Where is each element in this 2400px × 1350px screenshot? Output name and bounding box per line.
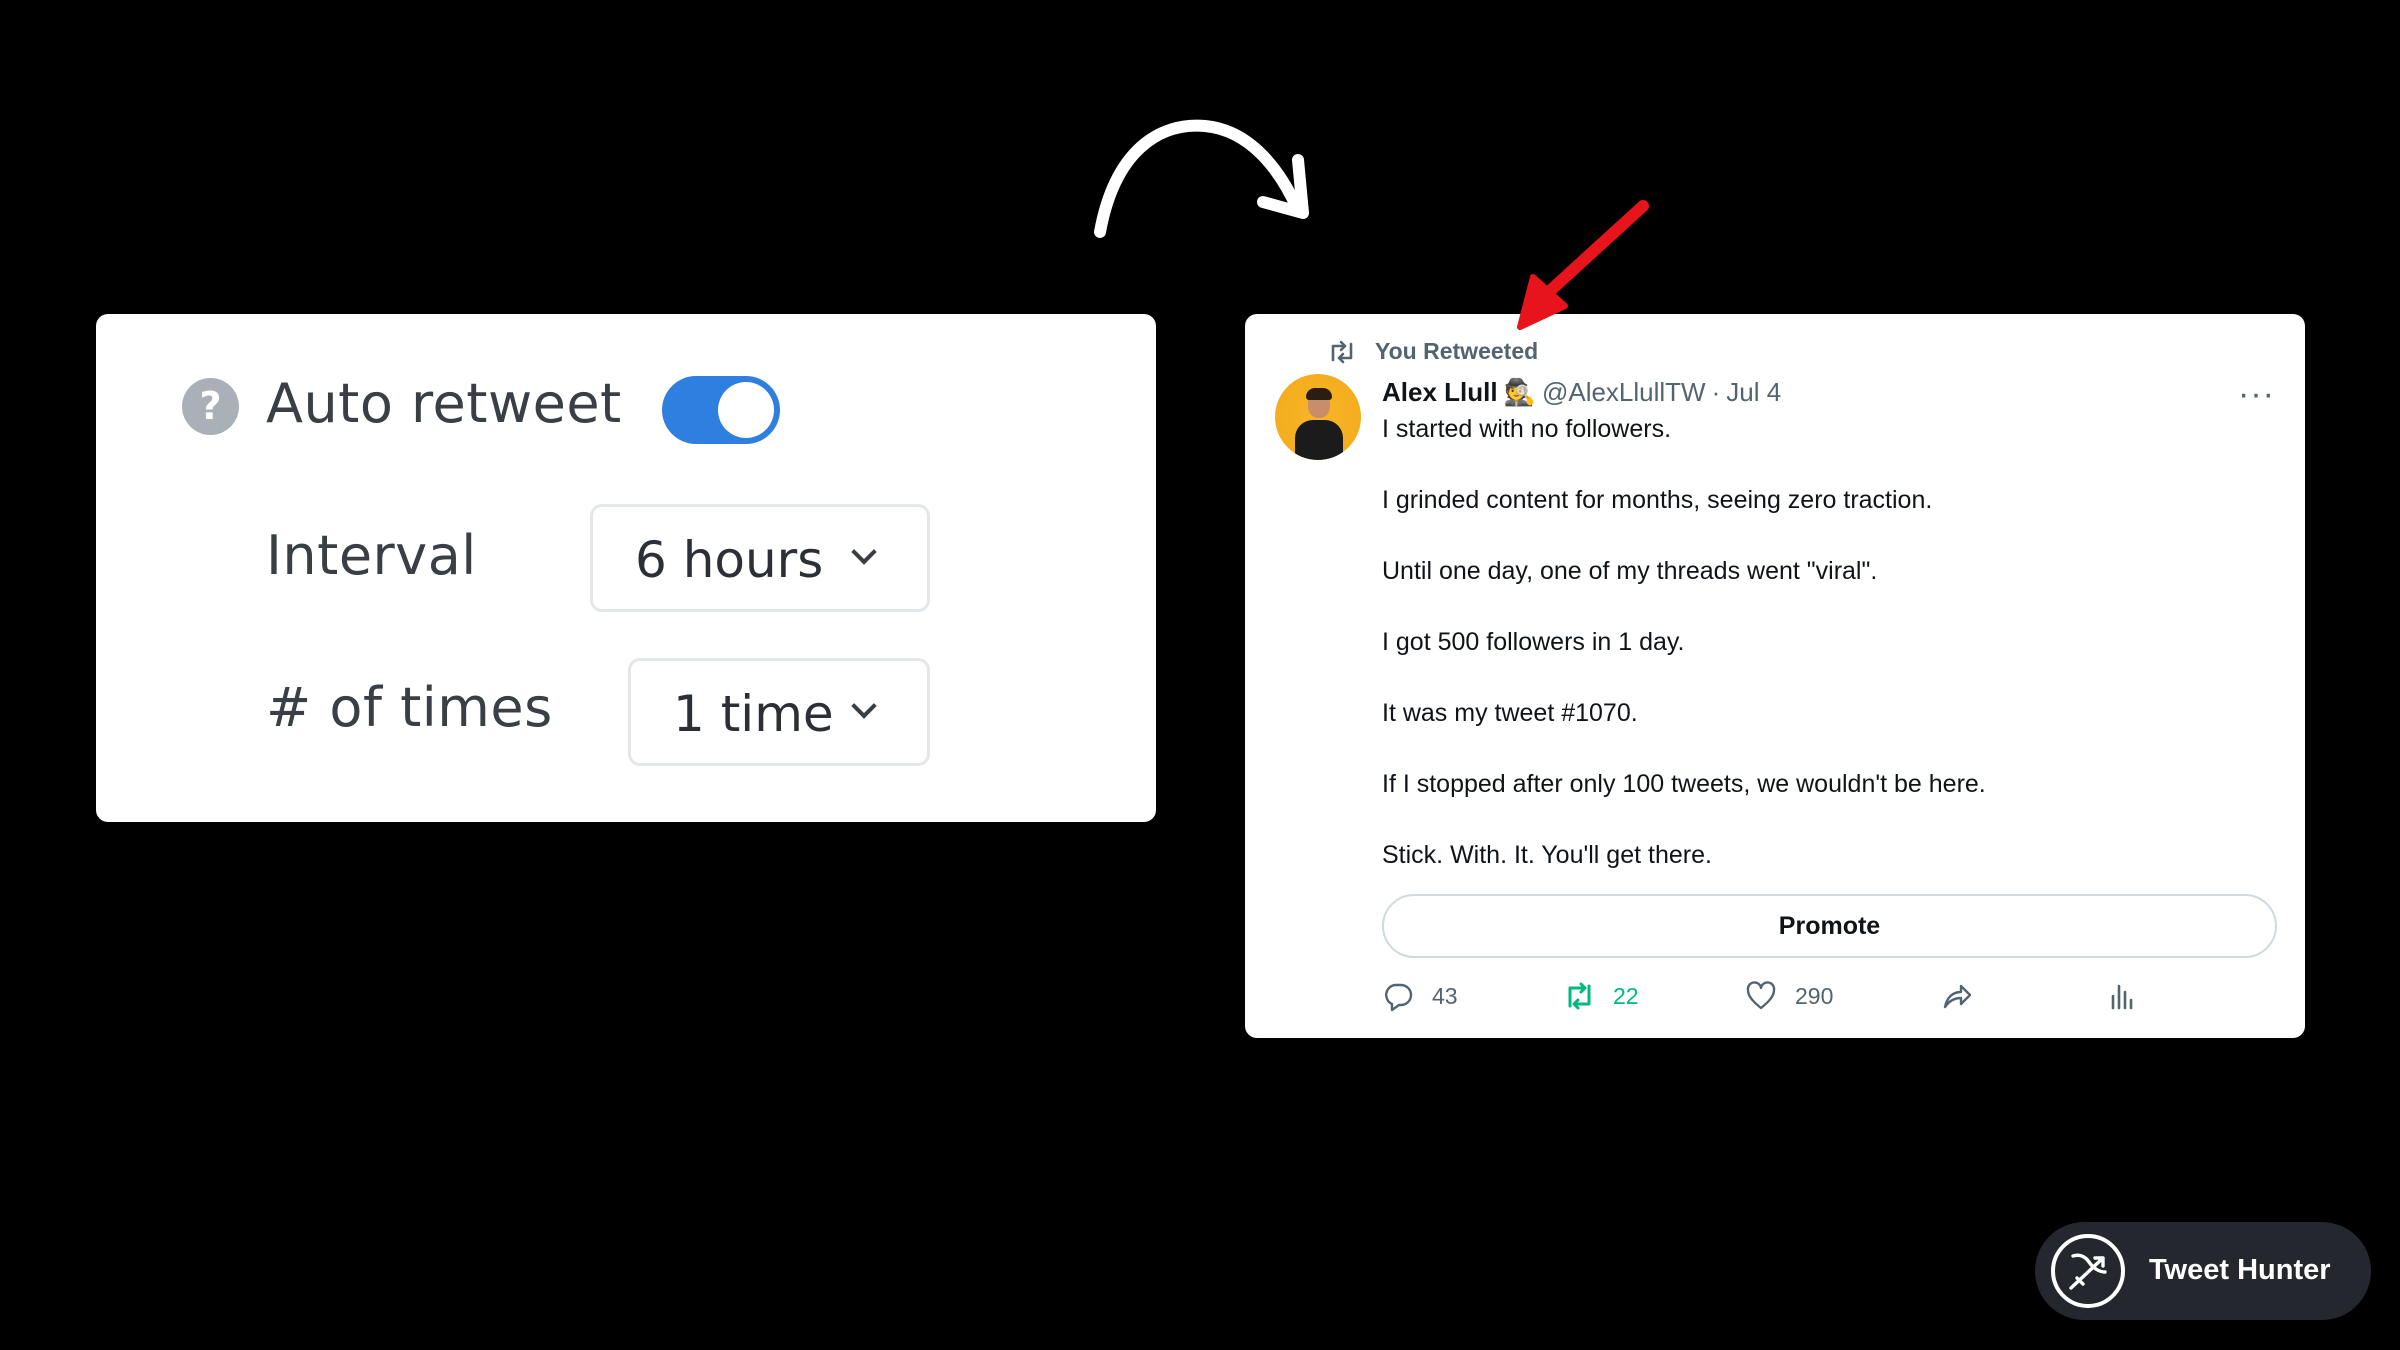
brand-name: Tweet Hunter	[2149, 1254, 2331, 1286]
retweet-button[interactable]: 22	[1563, 980, 1639, 1012]
avatar[interactable]	[1275, 374, 1361, 460]
tweet-date[interactable]: Jul 4	[1726, 377, 1781, 408]
retweet-icon	[1568, 982, 1591, 1010]
like-count: 290	[1795, 982, 1834, 1009]
chevron-down-icon	[851, 539, 877, 565]
heart-icon	[1746, 981, 1776, 1010]
detective-emoji: 🕵️	[1503, 377, 1536, 407]
share-button[interactable]	[1941, 980, 1973, 1012]
promote-button[interactable]: Promote	[1382, 894, 2277, 958]
retweet-icon	[1331, 340, 1353, 363]
retweet-context: You Retweeted	[1327, 338, 1538, 365]
brand-badge[interactable]: Tweet Hunter	[2035, 1222, 2371, 1320]
auto-retweet-label: Auto retweet	[266, 372, 622, 435]
author-handle[interactable]: @AlexLlullTW	[1542, 377, 1706, 408]
analytics-button[interactable]	[2105, 980, 2137, 1012]
red-pointer-arrow-icon	[1517, 200, 1649, 330]
analytics-icon	[2111, 984, 2133, 1010]
interval-label: Interval	[266, 524, 477, 587]
tweet-line: If I stopped after only 100 tweets, we w…	[1382, 770, 1986, 798]
reply-icon	[1385, 983, 1413, 1012]
tweet-line: It was my tweet #1070.	[1382, 699, 1638, 727]
tweet-header: Alex Llull 🕵️ @AlexLlullTW · Jul 4	[1382, 377, 1781, 408]
tweet-text: I started with no followers. I grinded c…	[1382, 414, 2262, 911]
times-select[interactable]: 1 time	[628, 658, 930, 766]
more-options-icon[interactable]: ···	[2238, 377, 2275, 411]
interval-select[interactable]: 6 hours	[590, 504, 930, 612]
share-icon	[1943, 984, 1972, 1009]
reply-count: 43	[1432, 982, 1458, 1009]
toggle-knob	[718, 382, 774, 438]
reply-button[interactable]: 43	[1382, 980, 1458, 1012]
tweet-line: I got 500 followers in 1 day.	[1382, 628, 1685, 656]
auto-retweet-toggle[interactable]	[662, 376, 780, 444]
retweet-context-label: You Retweeted	[1375, 338, 1539, 364]
interval-value: 6 hours	[635, 531, 824, 589]
help-icon[interactable]: ?	[182, 378, 239, 435]
tweet-line: I grinded content for months, seeing zer…	[1382, 486, 1933, 514]
tweet-hunter-logo-icon	[2051, 1234, 2125, 1308]
avatar-hair	[1306, 388, 1332, 400]
tweet-line: I started with no followers.	[1382, 415, 1672, 443]
retweet-count: 22	[1613, 982, 1639, 1009]
like-button[interactable]: 290	[1745, 980, 1833, 1012]
tweet-card: You Retweeted Alex Llull 🕵️ @AlexLlullTW…	[1245, 314, 2305, 1038]
auto-retweet-settings-card: ? Auto retweet Interval 6 hours # of tim…	[96, 314, 1156, 822]
avatar-body	[1295, 420, 1343, 460]
curved-arrow-icon	[1094, 119, 1309, 238]
author-name[interactable]: Alex Llull	[1382, 377, 1498, 408]
chevron-down-icon	[851, 693, 877, 719]
times-value: 1 time	[673, 685, 834, 743]
tweet-line: Until one day, one of my threads went "v…	[1382, 557, 1878, 585]
times-label: # of times	[266, 676, 553, 739]
separator: ·	[1711, 377, 1721, 407]
